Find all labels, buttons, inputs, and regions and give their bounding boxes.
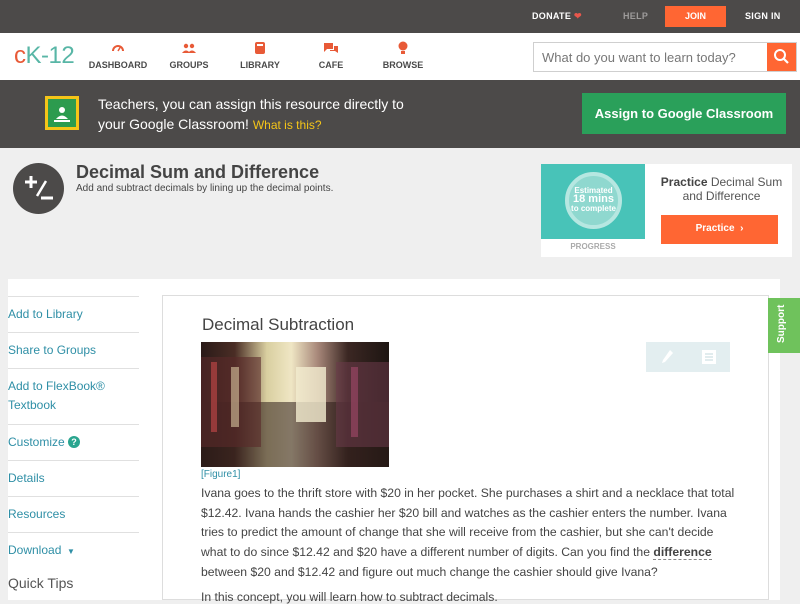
ck12-logo[interactable]: cK-12 xyxy=(14,42,75,70)
banner-text: Teachers, you can assign this resource d… xyxy=(98,94,438,135)
tools-bar xyxy=(646,342,730,372)
cafe-icon xyxy=(324,43,338,53)
support-label: Support xyxy=(776,304,787,343)
concept-subtitle: Add and subtract decimals by lining up t… xyxy=(76,183,334,194)
logo-k: K xyxy=(25,42,42,69)
nav-library[interactable]: LIBRARY xyxy=(239,40,281,70)
support-tab[interactable]: Support xyxy=(768,298,800,353)
chevron-right-icon: › xyxy=(737,223,744,234)
nav-label: GROUPS xyxy=(169,60,209,70)
textbook-label: Textbook xyxy=(8,398,57,412)
concept-title: Decimal Sum and Difference xyxy=(76,162,320,182)
heart-icon: ❤ xyxy=(573,11,582,21)
nav-groups[interactable]: GROUPS xyxy=(167,40,211,70)
pencil-icon[interactable] xyxy=(660,349,674,365)
sidebar-item-download[interactable]: Download ▼ xyxy=(8,532,139,568)
search-input[interactable] xyxy=(534,43,768,71)
logo-12: 12 xyxy=(48,42,75,69)
sidebar-item-add-to-flexbook[interactable]: Add to FlexBook® Textbook xyxy=(8,368,139,424)
nav-label: BROWSE xyxy=(382,60,424,70)
nav-label: DASHBOARD xyxy=(88,60,148,70)
nav-dashboard[interactable]: DASHBOARD xyxy=(88,40,148,70)
library-icon xyxy=(255,42,265,54)
thrift-store-image xyxy=(201,342,389,467)
assign-google-classroom-button[interactable]: Assign to Google Classroom xyxy=(582,93,786,134)
practice-card: Estimated 18 mins to complete PROGRESS P… xyxy=(541,164,792,257)
logo-dash: - xyxy=(41,42,49,69)
caret-down-icon: ▼ xyxy=(64,547,75,556)
lesson-intro: In this concept, you will learn how to s… xyxy=(201,590,498,604)
practice-heading-bold: Practice xyxy=(660,175,708,189)
nav-label: LIBRARY xyxy=(240,60,280,70)
join-button[interactable]: JOIN xyxy=(665,6,726,27)
paragraph-part-b: between $20 and $12.42 and figure out mu… xyxy=(201,564,658,579)
help-question-icon[interactable]: ? xyxy=(68,436,81,448)
what-is-this-link[interactable]: What is this? xyxy=(253,118,322,132)
lesson-title: Decimal Subtraction xyxy=(202,315,355,334)
search-icon xyxy=(774,49,789,64)
notes-icon[interactable] xyxy=(701,349,717,365)
donate-label[interactable]: DONATE xyxy=(532,11,571,21)
banner-line1: Teachers, you can assign this resource d… xyxy=(98,96,404,112)
nav-cafe[interactable]: CAFE xyxy=(316,40,346,70)
groups-icon xyxy=(182,43,196,53)
sidebar-item-details[interactable]: Details xyxy=(8,460,139,496)
practice-heading: Practice Decimal Sum and Difference xyxy=(651,175,792,203)
main-nav: cK-12 DASHBOARD GROUPS LIBRARY CAFE BROW… xyxy=(0,33,800,80)
plus-minus-icon xyxy=(13,163,64,214)
banner-line2: your Google Classroom! xyxy=(98,116,249,132)
dashboard-icon xyxy=(112,45,124,52)
vocab-term-difference[interactable]: difference xyxy=(653,545,712,561)
practice-progress-image: Estimated 18 mins to complete xyxy=(541,164,645,239)
search-button[interactable] xyxy=(767,43,796,71)
flexbook-label: Add to FlexBook® xyxy=(8,379,105,393)
estimate-complete: to complete xyxy=(571,204,616,213)
search-box xyxy=(533,42,797,72)
browse-icon xyxy=(398,41,408,54)
top-bar: DONATE ❤ HELP JOIN SIGN IN xyxy=(0,0,800,33)
nav-browse[interactable]: BROWSE xyxy=(382,40,424,70)
figure-link[interactable]: [Figure1] xyxy=(201,469,240,480)
nav-label: CAFE xyxy=(318,60,344,70)
customize-label: Customize xyxy=(8,435,65,449)
help-link[interactable]: HELP xyxy=(623,11,648,21)
quick-tips-heading: Quick Tips xyxy=(8,575,74,591)
logo-c: c xyxy=(14,42,26,69)
practice-button[interactable]: Practice › xyxy=(661,215,778,244)
donate-link[interactable]: DONATE ❤ xyxy=(532,11,582,22)
sign-in-link[interactable]: SIGN IN xyxy=(745,11,781,21)
estimate-badge: Estimated 18 mins to complete xyxy=(565,172,622,229)
progress-label: PROGRESS xyxy=(570,242,616,251)
sidebar-item-share-to-groups[interactable]: Share to Groups xyxy=(8,332,139,368)
sidebar-item-resources[interactable]: Resources xyxy=(8,496,139,532)
sidebar-item-add-to-library[interactable]: Add to Library xyxy=(8,296,139,332)
lesson-paragraph: Ivana goes to the thrift store with $20 … xyxy=(201,484,741,583)
download-label: Download xyxy=(8,543,62,557)
practice-button-label: Practice xyxy=(695,223,735,234)
sidebar-item-customize[interactable]: Customize ? xyxy=(8,424,139,460)
google-classroom-icon xyxy=(45,96,79,130)
